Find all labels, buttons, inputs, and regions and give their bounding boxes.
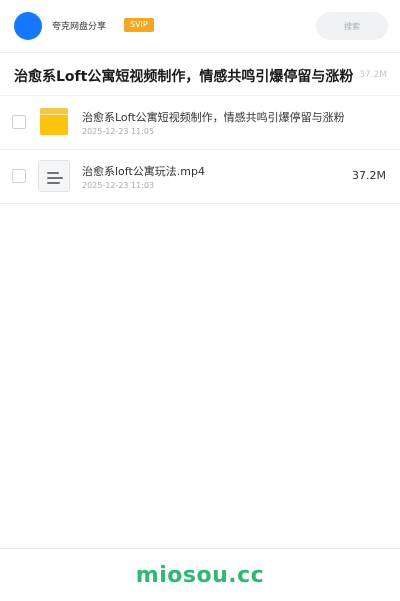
select-checkbox[interactable] xyxy=(12,169,26,183)
file-date: 2025-12-23 11:05 xyxy=(82,127,155,136)
file-size: 37.2M xyxy=(352,169,386,182)
footer: miosou.cc xyxy=(0,548,400,601)
svip-badge[interactable]: SVIP xyxy=(124,18,154,32)
header-bar: 夸克网盘分享 SVIP xyxy=(0,0,400,53)
title-bar: 37.2M 治愈系Loft公寓短视频制作，情感共鸣引爆停留与涨粉 xyxy=(0,53,400,96)
folder-icon xyxy=(40,108,68,135)
page-title: 治愈系Loft公寓短视频制作，情感共鸣引爆停留与涨粉 xyxy=(14,69,354,85)
brand-name: 夸克网盘分享 xyxy=(52,22,107,32)
search-input[interactable] xyxy=(316,12,388,40)
file-row[interactable]: 治愈系Loft公寓短视频制作，情感共鸣引爆停留与涨粉 2025-12-23 11… xyxy=(0,96,400,150)
site-logo[interactable]: miosou.cc xyxy=(0,563,400,588)
file-date: 2025-12-23 11:03 xyxy=(82,181,155,190)
select-checkbox[interactable] xyxy=(12,115,26,129)
file-name[interactable]: 治愈系loft公寓玩法.mp4 xyxy=(82,163,205,179)
file-row[interactable]: 治愈系loft公寓玩法.mp4 2025-12-23 11:03 37.2M xyxy=(0,150,400,204)
avatar[interactable] xyxy=(14,12,42,40)
file-name[interactable]: 治愈系Loft公寓短视频制作，情感共鸣引爆停留与涨粉 xyxy=(82,109,345,125)
video-file-icon xyxy=(38,160,70,192)
